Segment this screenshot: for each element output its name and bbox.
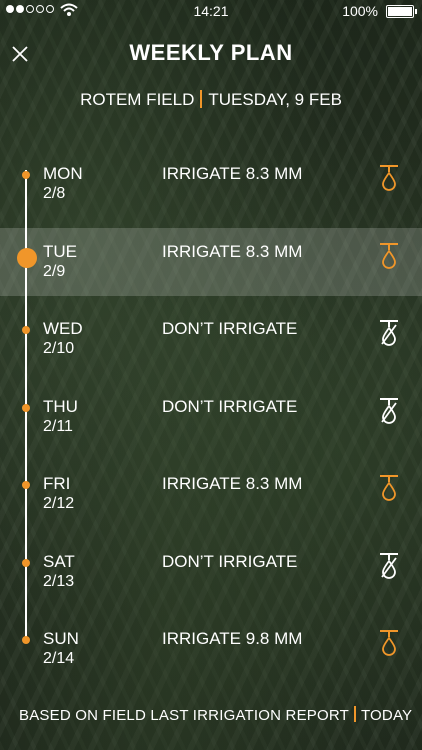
day-name: MON xyxy=(43,164,83,183)
no-drip-icon xyxy=(379,551,399,579)
day-row-sun[interactable]: SUN 2/14 IRRIGATE 9.8 MM xyxy=(0,623,422,695)
day-row-sat[interactable]: SAT 2/13 DON’T IRRIGATE xyxy=(0,546,422,618)
day-date: 2/14 xyxy=(43,650,75,667)
day-row-wed[interactable]: WED 2/10 DON’T IRRIGATE xyxy=(0,313,422,385)
irrigation-action: DON’T IRRIGATE xyxy=(162,551,298,571)
footer-when: TODAY xyxy=(360,707,413,724)
day-name: TUE xyxy=(43,241,77,261)
battery-percent: 100% xyxy=(342,3,378,19)
separator xyxy=(353,706,356,722)
drip-icon xyxy=(379,628,399,656)
timeline-dot xyxy=(22,326,30,334)
day-name: WED xyxy=(43,319,83,338)
irrigation-action: IRRIGATE 9.8 MM xyxy=(162,629,303,648)
timeline-dot xyxy=(22,171,30,179)
day-date: 2/11 xyxy=(43,417,73,435)
battery-icon xyxy=(386,5,417,18)
no-drip-icon xyxy=(379,318,399,346)
day-name: FRI xyxy=(43,474,71,493)
irrigation-action: IRRIGATE 8.3 MM xyxy=(162,164,303,183)
page-title: WEEKLY PLAN xyxy=(129,40,293,65)
day-name: SAT xyxy=(43,551,75,571)
drip-icon xyxy=(379,473,399,501)
day-date: 2/12 xyxy=(43,495,75,512)
day-date: 2/13 xyxy=(43,572,75,590)
irrigation-action: IRRIGATE 8.3 MM xyxy=(162,241,303,261)
day-name: SUN xyxy=(43,629,79,648)
day-row-thu[interactable]: THU 2/11 DON’T IRRIGATE xyxy=(0,391,422,463)
current-date: TUESDAY, 9 FEB xyxy=(208,90,342,109)
day-date: 2/9 xyxy=(43,262,66,280)
no-drip-icon xyxy=(379,396,399,424)
irrigation-action: DON’T IRRIGATE xyxy=(162,396,298,416)
timeline-dot xyxy=(19,249,35,266)
drip-icon xyxy=(379,241,399,269)
drip-icon xyxy=(379,163,399,191)
irrigation-action: IRRIGATE 8.3 MM xyxy=(162,474,303,493)
footer-note: BASED ON FIELD LAST IRRIGATION REPORT TOD… xyxy=(19,706,412,724)
timeline-dot xyxy=(22,636,30,644)
timeline-dot xyxy=(22,481,30,489)
day-row-mon[interactable]: MON 2/8 IRRIGATE 8.3 MM xyxy=(0,158,422,230)
day-date: 2/10 xyxy=(43,340,75,357)
timeline-dot xyxy=(22,558,30,567)
day-row-tue[interactable]: TUE 2/9 IRRIGATE 8.3 MM xyxy=(0,227,422,296)
day-date: 2/8 xyxy=(43,185,66,202)
day-row-fri[interactable]: FRI 2/12 IRRIGATE 8.3 MM xyxy=(0,468,422,540)
field-name: ROTEM FIELD xyxy=(80,90,195,109)
timeline-dot xyxy=(22,403,30,412)
footer-basis: BASED ON FIELD LAST IRRIGATION REPORT xyxy=(19,707,349,724)
irrigation-action: DON’T IRRIGATE xyxy=(162,319,298,338)
status-bar: 14:21 100% xyxy=(0,0,422,22)
field-date-subtitle: ROTEM FIELD TUESDAY, 9 FEB xyxy=(0,90,422,110)
day-name: THU xyxy=(43,396,78,416)
separator xyxy=(200,90,203,108)
